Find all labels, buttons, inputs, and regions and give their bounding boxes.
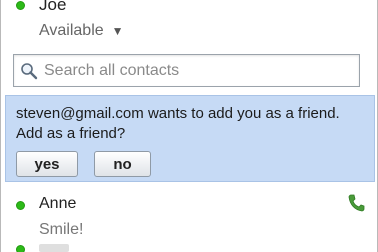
status-text: Available [39, 22, 104, 39]
online-status-icon [16, 245, 25, 252]
accept-friend-button[interactable]: yes [16, 151, 78, 177]
contact-name-cut-off [39, 244, 69, 252]
contact-list-item[interactable]: Anne Smile! [1, 187, 377, 243]
current-user-name: Joe [39, 0, 67, 14]
chat-panel: Joe Available ▼ steven@gmail.com wants t… [0, 0, 378, 252]
friend-request-message: steven@gmail.com wants to add you as a f… [16, 105, 340, 142]
contact-name: Anne [39, 195, 77, 212]
status-selector[interactable]: Available ▼ [39, 21, 124, 41]
contact-status-message: Smile! [39, 221, 84, 238]
online-status-icon [16, 1, 25, 10]
friend-request-banner: steven@gmail.com wants to add you as a f… [5, 95, 375, 182]
phone-icon[interactable] [347, 193, 365, 213]
search-icon [21, 62, 38, 79]
contact-list-item-partial[interactable] [1, 242, 377, 252]
chevron-down-icon: ▼ [111, 24, 124, 38]
search-input[interactable] [44, 61, 344, 80]
current-user-header: Joe Available ▼ [1, 0, 377, 48]
decline-friend-button[interactable]: no [94, 151, 151, 177]
online-status-icon [16, 201, 25, 210]
search-box[interactable] [13, 54, 360, 87]
